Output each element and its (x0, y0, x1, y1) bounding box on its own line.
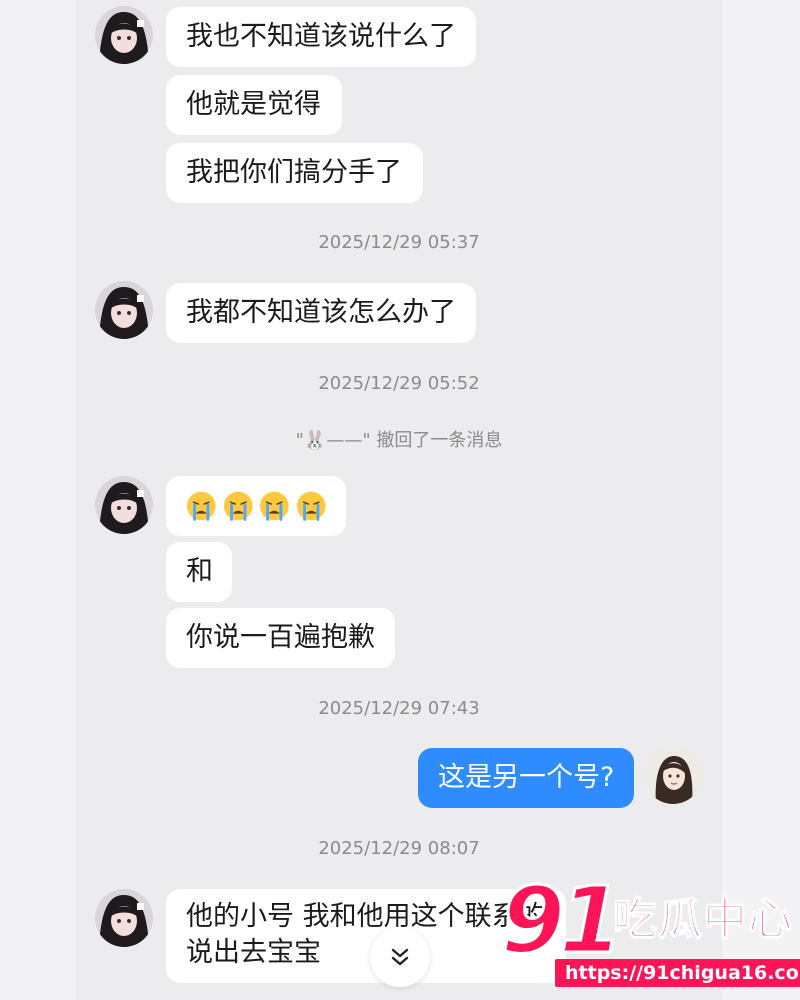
contact-avatar[interactable] (95, 476, 153, 534)
message-line: 他的小号 我和他用这个联系的 (186, 901, 546, 932)
watermark-name: 吃瓜中心 (612, 893, 793, 946)
received-message[interactable]: 我把你们搞分手了 (166, 143, 423, 203)
watermark-logo: 91 吃瓜中心 https://91chigua16.com (495, 866, 800, 1000)
message-line: 说出去宝宝 (186, 937, 321, 968)
sent-message[interactable]: 这是另一个号? (418, 748, 634, 808)
double-chevron-down-icon (391, 948, 409, 966)
timestamp: 2025/12/29 07:43 (318, 698, 480, 719)
timestamp: 2025/12/29 05:37 (318, 232, 480, 253)
chat-screen: 我也不知道该说什么了 他就是觉得 我把你们搞分手了 2025/12/29 05:… (76, 0, 722, 1000)
right-margin (722, 0, 800, 1000)
contact-avatar[interactable] (95, 889, 153, 947)
scroll-to-bottom-button[interactable] (370, 927, 430, 987)
received-message[interactable]: 我也不知道该说什么了 (166, 7, 476, 67)
left-margin (0, 0, 76, 1000)
crying-face-icon (186, 491, 216, 521)
contact-avatar[interactable] (95, 281, 153, 339)
crying-face-icon (259, 491, 289, 521)
timestamp: 2025/12/29 05:52 (318, 373, 480, 394)
watermark-number: 91 (499, 866, 624, 976)
my-avatar[interactable] (644, 746, 702, 804)
contact-avatar[interactable] (95, 6, 153, 64)
recall-notice: "🐰——" 撤回了一条消息 (295, 430, 503, 451)
timestamp: 2025/12/29 08:07 (318, 838, 480, 859)
received-message[interactable]: 我都不知道该怎么办了 (166, 283, 476, 343)
received-message[interactable]: 和 (166, 542, 232, 602)
crying-face-icon (223, 491, 253, 521)
watermark-url: https://91chigua16.com (555, 959, 800, 987)
received-message[interactable]: 你说一百遍抱歉 (166, 608, 395, 668)
received-message[interactable]: 他就是觉得 (166, 75, 342, 135)
crying-face-icon (296, 491, 326, 521)
received-emoji-message[interactable] (166, 476, 346, 536)
